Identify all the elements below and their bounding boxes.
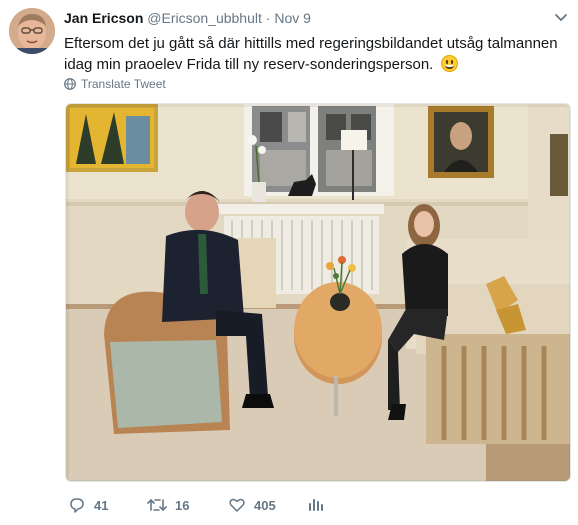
author-name[interactable]: Jan Ericson	[64, 10, 143, 26]
tweet-text: Eftersom det ju gått så där hittills med…	[64, 35, 558, 73]
reply-icon	[70, 498, 84, 513]
smiley-emoji-icon	[440, 55, 458, 72]
photo-image	[66, 104, 570, 481]
tweet-photo[interactable]	[65, 103, 571, 482]
tweet-text-container: Eftersom det ju gått så där hittills med…	[64, 33, 564, 75]
like-count: 405	[254, 497, 276, 513]
author-avatar[interactable]	[9, 8, 55, 54]
retweet-count: 16	[175, 497, 190, 513]
avatar-image	[9, 8, 55, 54]
translate-label: Translate Tweet	[81, 77, 166, 91]
translate-tweet-link[interactable]: Translate Tweet	[64, 77, 166, 91]
reply-button[interactable]: 41	[68, 496, 108, 514]
separator-dot: ·	[265, 10, 271, 26]
author-handle[interactable]: @Ericson_ubbhult	[147, 10, 262, 26]
chevron-down-icon[interactable]	[554, 10, 568, 24]
direct-message-icon	[309, 499, 323, 511]
reply-count: 41	[94, 497, 109, 513]
tweet-header: Jan Ericson @Ericson_ubbhult · Nov 9	[64, 10, 311, 26]
retweet-icon	[147, 498, 167, 512]
globe-icon	[64, 78, 76, 90]
retweet-button[interactable]: 16	[147, 496, 189, 514]
tweet-date[interactable]: Nov 9	[274, 10, 311, 26]
like-button[interactable]: 405	[228, 496, 276, 514]
dm-button[interactable]	[306, 496, 326, 514]
heart-icon	[229, 498, 245, 512]
